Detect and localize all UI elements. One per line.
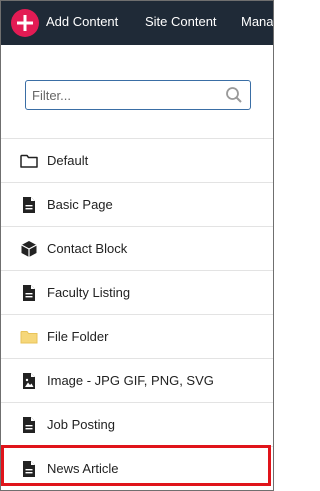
nav-add-content[interactable]: Add Content [46, 14, 118, 29]
list-item-label: Image - JPG GIF, PNG, SVG [47, 373, 214, 388]
list-item-contact-block[interactable]: Contact Block [1, 226, 273, 270]
plus-icon [17, 15, 33, 31]
list-item-default[interactable]: Default [1, 138, 273, 182]
content-type-list: Default Basic Page Contact Block Faculty… [1, 138, 273, 490]
list-item-image[interactable]: Image - JPG GIF, PNG, SVG [1, 358, 273, 402]
list-item-file-folder[interactable]: File Folder [1, 314, 273, 358]
app-frame: Add Content Site Content Mana Default [0, 0, 274, 491]
list-item-news-article[interactable]: News Article [1, 446, 273, 490]
list-item-label: News Article [47, 461, 119, 476]
list-item-label: Contact Block [47, 241, 128, 256]
list-item-faculty-listing[interactable]: Faculty Listing [1, 270, 273, 314]
list-item-job-posting[interactable]: Job Posting [1, 402, 273, 446]
search-icon[interactable] [225, 86, 243, 104]
document-icon [23, 285, 35, 301]
folder-yellow-icon [20, 331, 38, 344]
document-icon [23, 417, 35, 433]
list-item-label: Basic Page [47, 197, 113, 212]
box-icon [21, 241, 37, 257]
filter-field[interactable] [25, 80, 251, 110]
filter-input[interactable] [32, 84, 222, 106]
list-item-label: Default [47, 153, 89, 168]
nav-site-content[interactable]: Site Content [145, 14, 217, 29]
add-content-button[interactable] [11, 9, 39, 37]
add-content-dropdown: Default Basic Page Contact Block [1, 45, 273, 490]
document-icon [23, 197, 35, 213]
document-icon [23, 461, 35, 477]
list-item-label: File Folder [47, 329, 109, 344]
list-item-basic-page[interactable]: Basic Page [1, 182, 273, 226]
list-item-label: Job Posting [47, 417, 115, 432]
image-file-icon [23, 373, 35, 389]
nav-manage[interactable]: Mana [241, 14, 273, 29]
folder-outline-icon [20, 154, 38, 168]
top-navigation-bar: Add Content Site Content Mana [1, 1, 273, 45]
list-item-label: Faculty Listing [47, 285, 131, 300]
